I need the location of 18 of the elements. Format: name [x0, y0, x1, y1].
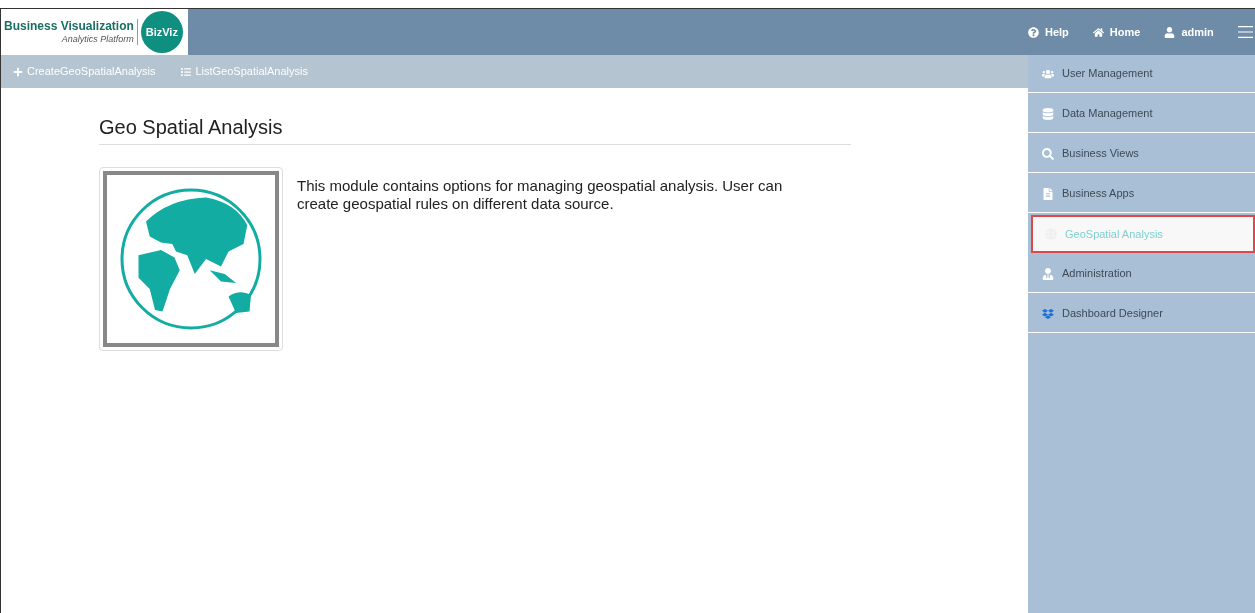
page-title: Geo Spatial Analysis — [99, 112, 851, 145]
plus-icon — [13, 66, 23, 77]
nav-link[interactable]: Home — [1092, 23, 1141, 41]
logo-subtitle: Analytics Platform — [61, 33, 134, 46]
module-description: This module contains options for managing geospatial analysis. User can create geospatial rules on different data source. — [297, 177, 784, 214]
box-icon — [1042, 307, 1054, 320]
list-icon — [181, 66, 192, 77]
users-icon — [1042, 67, 1054, 80]
logo-title: Business Visualization — [4, 18, 134, 34]
user-icon — [1164, 26, 1176, 38]
logo-badge: BizViz — [140, 11, 183, 53]
document-icon — [1042, 187, 1054, 200]
help-icon — [1028, 26, 1039, 38]
database-icon — [1042, 107, 1054, 120]
menu-icon[interactable] — [1237, 24, 1253, 40]
nav-link[interactable]: Help — [1028, 23, 1069, 41]
nav-link[interactable]: admin — [1164, 23, 1214, 41]
home-icon — [1092, 26, 1104, 38]
